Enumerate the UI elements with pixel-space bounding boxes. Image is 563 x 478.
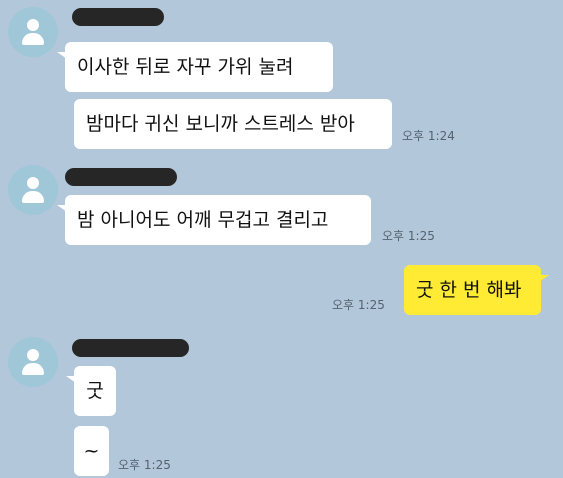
message-bubble[interactable]: 밤 아니어도 어깨 무겁고 결리고: [57, 195, 371, 245]
avatar-head: [27, 349, 39, 361]
message-timestamp: 오후 1:25: [382, 229, 435, 243]
sender-avatar-icon[interactable]: [8, 165, 58, 215]
avatar-body: [22, 363, 44, 375]
message-timestamp: 오후 1:25: [332, 298, 385, 312]
message-text: 이사한 뒤로 자꾸 가위 눌려: [77, 56, 294, 78]
avatar-head: [27, 177, 39, 189]
message-timestamp: 오후 1:24: [402, 129, 455, 143]
message-text: 굿: [86, 380, 104, 402]
redacted-sender-name: [65, 168, 177, 186]
redacted-sender-name: [72, 339, 189, 357]
message-text: 굿 한 번 해봐: [416, 279, 522, 301]
sender-avatar-icon[interactable]: [8, 337, 58, 387]
message-timestamp: 오후 1:25: [118, 458, 171, 472]
message-text: ~: [83, 440, 100, 462]
sender-avatar-icon[interactable]: [8, 7, 58, 57]
message-text: 밤 아니어도 어깨 무겁고 결리고: [77, 209, 329, 231]
avatar-head: [27, 19, 39, 31]
message-bubble[interactable]: 굿: [66, 366, 116, 416]
message-bubble[interactable]: ~: [74, 426, 109, 476]
avatar-body: [22, 33, 44, 45]
message-bubble[interactable]: 이사한 뒤로 자꾸 가위 눌려: [57, 42, 333, 92]
redacted-sender-name: [72, 8, 164, 26]
avatar-body: [22, 191, 44, 203]
message-bubble[interactable]: 밤마다 귀신 보니까 스트레스 받아: [74, 99, 392, 149]
message-text: 밤마다 귀신 보니까 스트레스 받아: [86, 113, 355, 135]
outgoing-message-bubble[interactable]: 굿 한 번 해봐: [404, 265, 549, 315]
